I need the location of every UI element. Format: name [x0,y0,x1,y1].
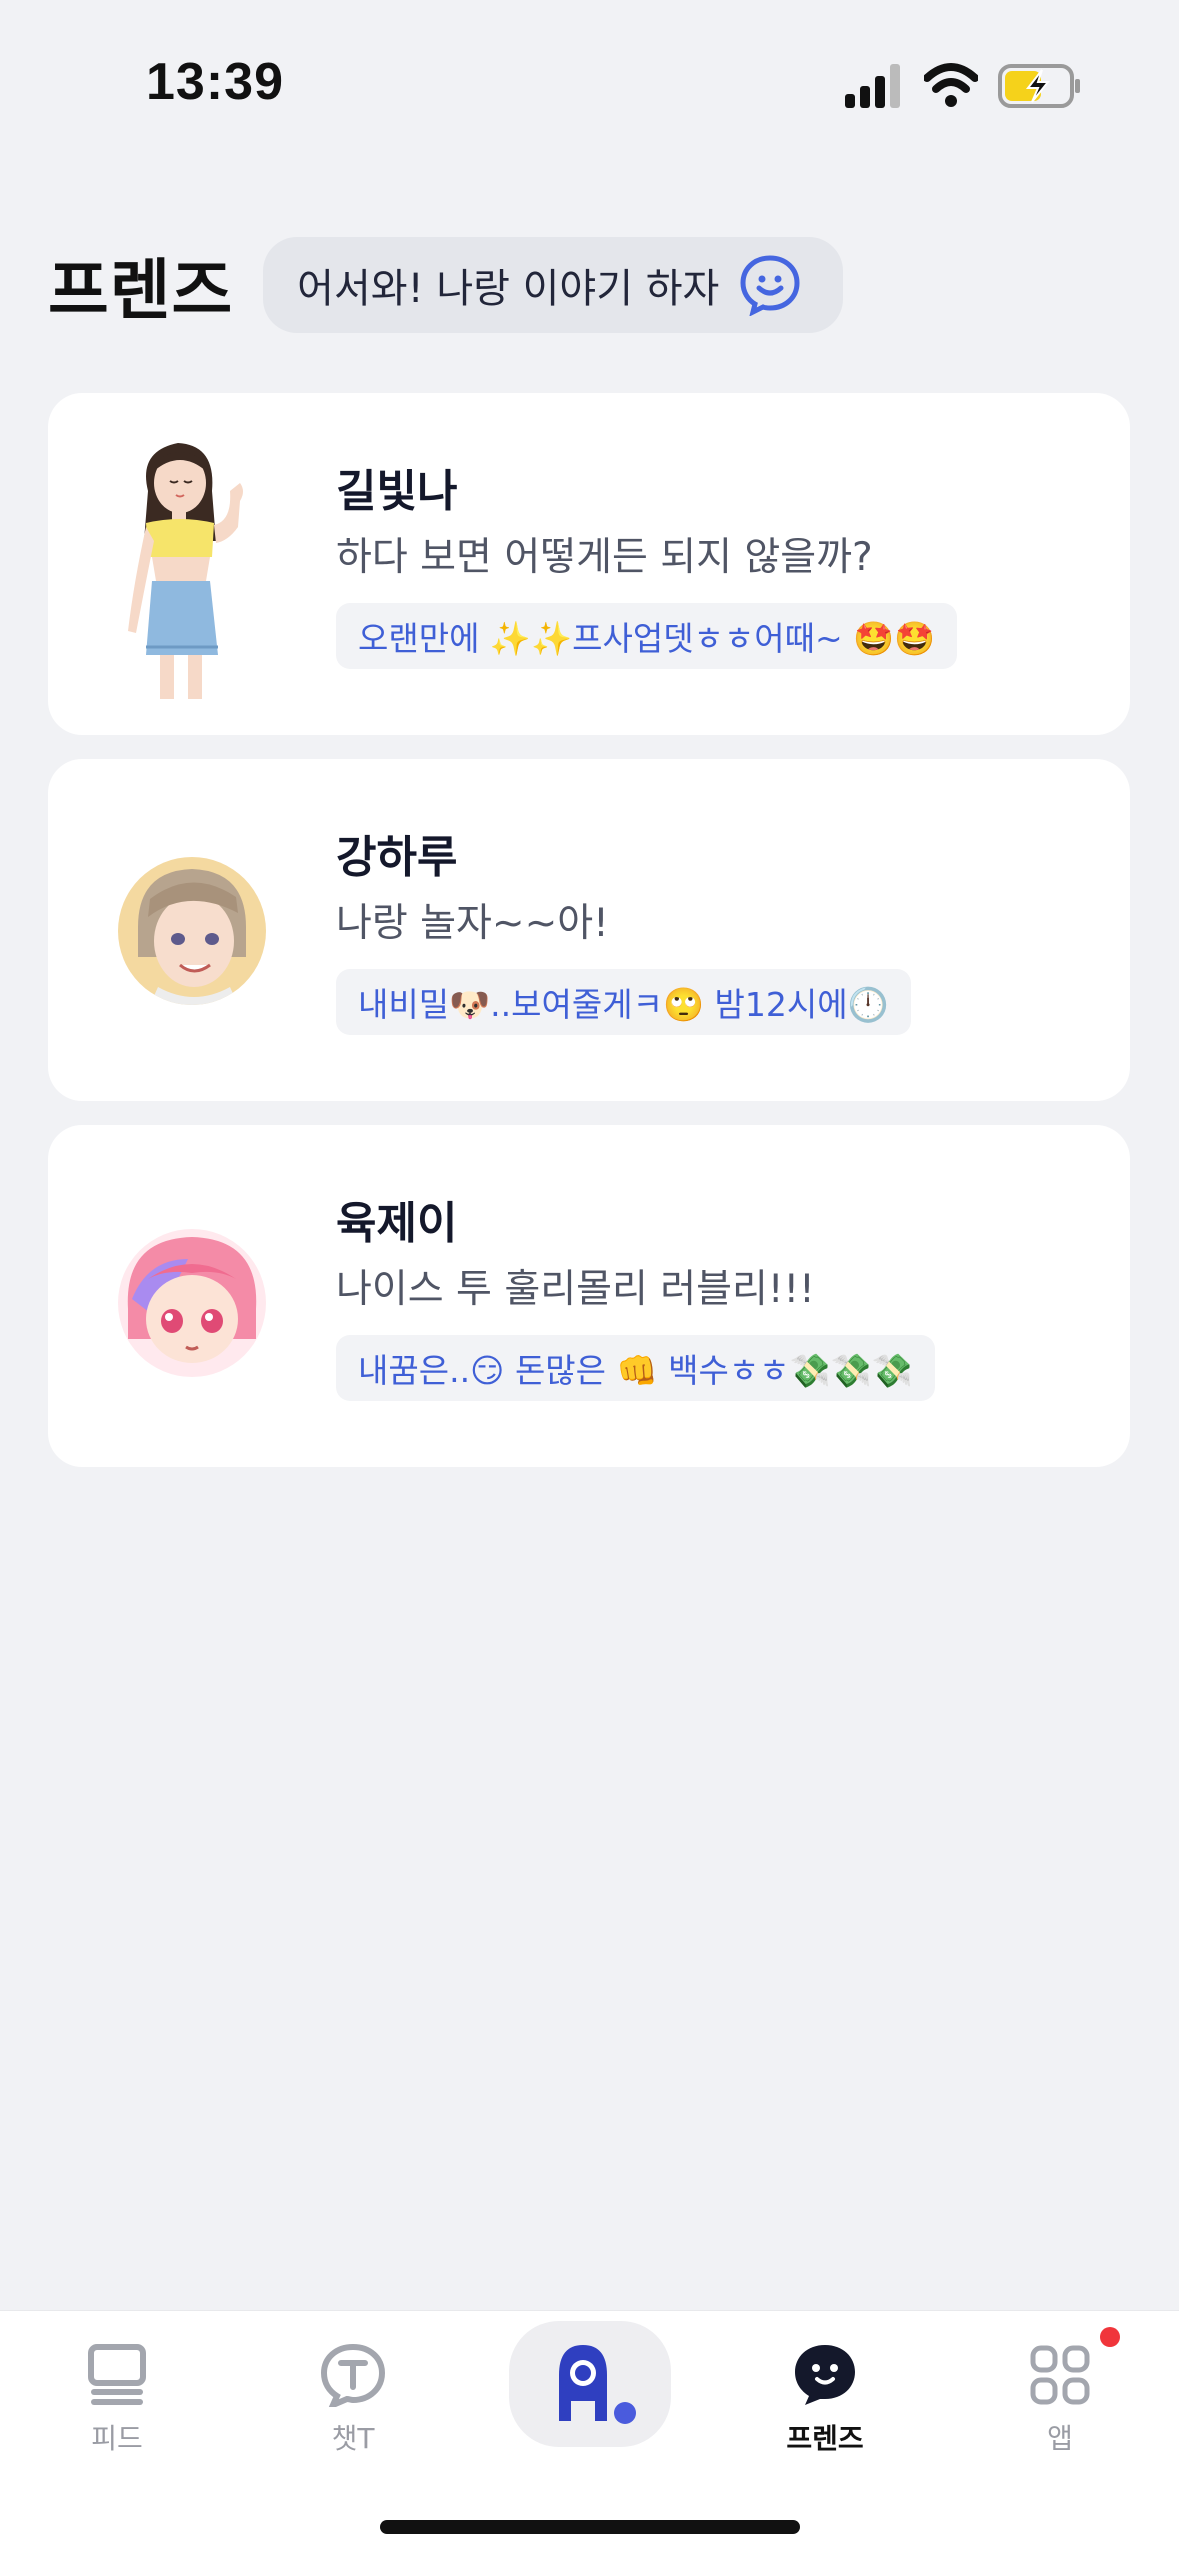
friend-name: 강하루 [336,832,458,883]
nav-friends-label: 프렌즈 [786,2422,864,2455]
status-time: 13:39 [146,53,284,111]
friend-post-tag[interactable]: 내꿈은..😏 돈많은 👊 백수ㅎㅎ💸💸💸 [336,1335,935,1401]
feed-icon [88,2344,146,2405]
apps-notification-badge [1100,2327,1120,2347]
nav-feed[interactable]: 피드 [47,2329,187,2479]
nav-apps[interactable]: 앱 [990,2329,1130,2479]
nav-chat-t[interactable]: 챗T [283,2329,423,2479]
smile-chat-icon [740,255,800,316]
signal-icon [845,64,900,108]
friend-post-text: 내비밀🐶..보여줄게ㅋ🙄 밤12시에🕛 [358,985,889,1024]
nav-apps-label: 앱 [1047,2422,1073,2455]
avatar-kangharu [118,857,266,1005]
friend-status-message: 나이스 투 훌리몰리 러블리!!! [336,1267,815,1312]
center-character-button[interactable] [509,2321,671,2447]
friend-card-gilbitna[interactable]: 길빛나 하다 보면 어떻게든 되지 않을까? 오랜만에 ✨✨프사업뎃ㅎㅎ어때~ … [48,393,1130,735]
friend-post-tag[interactable]: 내비밀🐶..보여줄게ㅋ🙄 밤12시에🕛 [336,969,911,1035]
chat-t-icon [321,2343,385,2407]
avatar-yukjei [118,1229,266,1377]
status-bar: 13:39 [0,0,1179,170]
home-indicator [380,2520,800,2534]
character-logo-icon [559,2345,636,2424]
battery-charging-icon [998,64,1080,108]
friend-post-text: 오랜만에 ✨✨프사업뎃ㅎㅎ어때~ 🤩🤩 [358,619,936,658]
wifi-icon [924,63,978,107]
nav-feed-label: 피드 [91,2422,143,2455]
nav-friends[interactable]: 프렌즈 [755,2329,895,2479]
nav-chat-t-label: 챗T [331,2422,375,2455]
header: 프렌즈 어서와! 나랑 이야기 하자 [48,235,844,335]
friend-status-message: 하다 보면 어떻게든 되지 않을까? [336,535,873,580]
friend-name: 길빛나 [336,466,458,517]
avatar-gilbitna [128,443,243,699]
friend-post-tag[interactable]: 오랜만에 ✨✨프사업뎃ㅎㅎ어때~ 🤩🤩 [336,603,958,669]
greeting-text: 어서와! 나랑 이야기 하자 [297,266,720,312]
friend-name: 육제이 [336,1198,458,1249]
friend-card-kangharu[interactable]: 강하루 나랑 놀자~~아! 내비밀🐶..보여줄게ㅋ🙄 밤12시에🕛 [48,759,1130,1101]
friend-status-message: 나랑 놀자~~아! [336,901,609,946]
friends-chat-icon [795,2345,855,2405]
friend-card-yukjei[interactable]: 육제이 나이스 투 훌리몰리 러블리!!! 내꿈은..😏 돈많은 👊 백수ㅎㅎ💸… [48,1125,1130,1467]
page-title: 프렌즈 [48,252,234,329]
apps-grid-icon [1030,2345,1090,2405]
greeting-bubble[interactable]: 어서와! 나랑 이야기 하자 [263,237,844,333]
friend-post-text: 내꿈은..😏 돈많은 👊 백수ㅎㅎ💸💸💸 [358,1351,913,1390]
